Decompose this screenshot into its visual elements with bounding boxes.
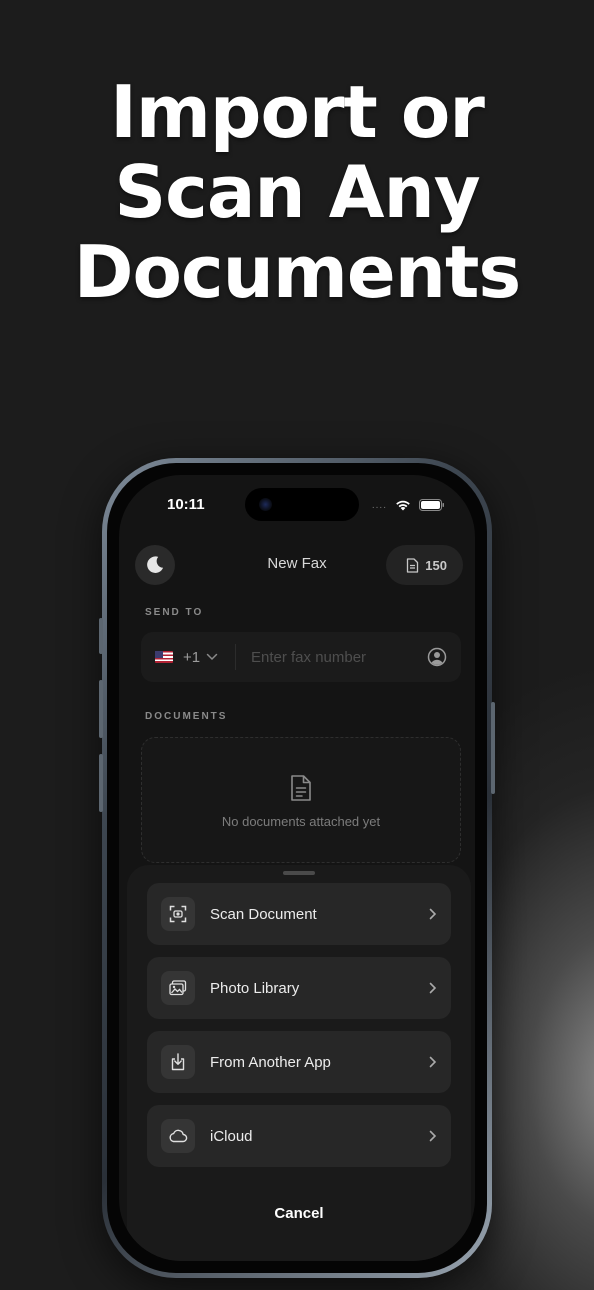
volume-up-button <box>99 680 103 738</box>
send-to-label: SEND TO <box>145 607 204 618</box>
phone-frame: 10:11 .... New Fax 150 SEND TO +1 Enter … <box>99 458 495 1278</box>
headline-line-2: Scan Any <box>114 150 480 234</box>
chevron-down-icon <box>206 653 218 661</box>
chevron-right-icon <box>429 1056 437 1068</box>
option-label: Scan Document <box>210 905 317 923</box>
option-label: Photo Library <box>210 979 300 997</box>
send-to-row: +1 <box>141 632 461 682</box>
document-icon <box>407 557 419 573</box>
country-code-picker[interactable]: +1 <box>155 632 218 682</box>
from-another-app-option[interactable]: From Another App <box>147 1031 451 1093</box>
dynamic-island <box>245 488 359 521</box>
headline-line-3: Documents <box>73 230 522 314</box>
photo-library-option[interactable]: Photo Library <box>147 957 451 1019</box>
credits-count: 150 <box>425 557 447 573</box>
import-sheet: Scan Document Photo Library From Another… <box>127 865 471 1261</box>
contact-icon[interactable] <box>427 647 447 667</box>
cloud-icon <box>161 1119 195 1153</box>
status-icons: .... <box>372 499 445 511</box>
divider <box>235 644 236 670</box>
volume-down-button <box>99 754 103 812</box>
headline-line-1: Import or <box>110 70 485 154</box>
camera-icon <box>259 498 272 511</box>
battery-icon <box>419 499 444 511</box>
scan-icon <box>161 897 195 931</box>
country-code: +1 <box>183 648 201 666</box>
signal-icon: .... <box>371 499 387 511</box>
phone-bezel: 10:11 .... New Fax 150 SEND TO +1 Enter … <box>107 463 487 1273</box>
option-label: From Another App <box>210 1053 331 1071</box>
cancel-button[interactable]: Cancel <box>127 1205 471 1222</box>
action-button <box>99 618 103 654</box>
headline: Import or Scan Any Documents <box>0 72 594 312</box>
chevron-right-icon <box>429 982 437 994</box>
documents-label: DOCUMENTS <box>145 711 228 722</box>
scan-document-option[interactable]: Scan Document <box>147 883 451 945</box>
phone-screen: 10:11 .... New Fax 150 SEND TO +1 Enter … <box>119 475 475 1261</box>
us-flag-icon <box>155 651 173 663</box>
wifi-icon <box>396 500 410 511</box>
document-icon <box>291 775 311 801</box>
credits-button[interactable]: 150 <box>386 545 463 585</box>
documents-dropzone[interactable]: No documents attached yet <box>141 737 461 863</box>
option-label: iCloud <box>210 1127 253 1145</box>
status-time: 10:11 <box>167 496 205 513</box>
import-icon <box>161 1045 195 1079</box>
chevron-right-icon <box>429 1130 437 1142</box>
empty-documents-text: No documents attached yet <box>221 814 381 829</box>
power-button <box>491 702 495 794</box>
sheet-grabber[interactable] <box>283 871 315 875</box>
fax-number-input[interactable] <box>251 645 421 669</box>
photo-icon <box>161 971 195 1005</box>
icloud-option[interactable]: iCloud <box>147 1105 451 1167</box>
chevron-right-icon <box>429 908 437 920</box>
